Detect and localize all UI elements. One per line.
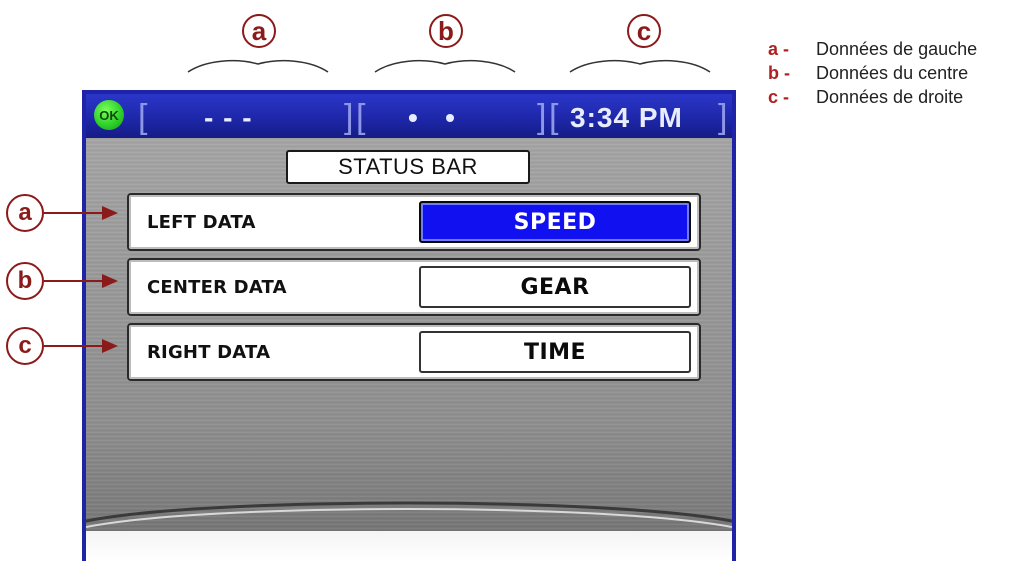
legend-item-b: b - Données du centre [768, 64, 977, 82]
screen-title: STATUS BAR [286, 150, 530, 184]
bracket-left-close: ] [344, 98, 354, 136]
ok-status-icon: OK [94, 100, 124, 130]
left-data-value-selector[interactable]: SPEED [419, 201, 691, 243]
status-right-value: 3:34 PM [570, 102, 683, 133]
callout-b-side: b [6, 262, 44, 300]
arrow-b [44, 274, 118, 288]
callout-c-side: c [6, 327, 44, 365]
right-data-value-selector[interactable]: TIME [419, 331, 691, 373]
row-label: LEFT DATA [147, 211, 256, 233]
callout-a-side: a [6, 194, 44, 232]
bracket-left-open: [ [138, 98, 148, 136]
status-bar: OK [ - - - ] [ • • ] [ 3:34 PM ] [86, 94, 732, 138]
legend-text: Données de droite [816, 87, 964, 107]
center-data-value-selector[interactable]: GEAR [419, 266, 691, 308]
brace-c [569, 59, 711, 73]
bracket-center-open: [ [356, 98, 366, 136]
row-label: RIGHT DATA [147, 341, 271, 363]
brace-a [187, 59, 329, 73]
legend-key: a - [768, 39, 790, 59]
callout-a-top: a [242, 14, 276, 48]
bracket-right-open: [ [549, 98, 559, 136]
arrow-c [44, 339, 118, 353]
legend-item-c: c - Données de droite [768, 88, 977, 106]
legend-text: Données de gauche [816, 39, 978, 59]
status-left-value: - - - [204, 102, 253, 133]
setting-row-center-data[interactable]: CENTER DATA GEAR [127, 258, 701, 316]
setting-row-right-data[interactable]: RIGHT DATA TIME [127, 323, 701, 381]
legend: a - Données de gauche b - Données du cen… [768, 40, 977, 112]
bracket-center-close: ] [537, 98, 547, 136]
bracket-right-close: ] [718, 98, 728, 136]
legend-key: b - [768, 63, 790, 83]
status-center-value: • • [408, 102, 456, 133]
callout-b-top: b [429, 14, 463, 48]
brace-b [374, 59, 516, 73]
setting-row-left-data[interactable]: LEFT DATA SPEED [127, 193, 701, 251]
legend-key: c - [768, 87, 790, 107]
arrow-a [44, 206, 118, 220]
legend-item-a: a - Données de gauche [768, 40, 977, 58]
legend-text: Données du centre [816, 63, 969, 83]
screen-bottom-curve [86, 501, 732, 528]
device-screen: OK [ - - - ] [ • • ] [ 3:34 PM ] STATUS … [82, 90, 736, 561]
screen-lower-band [86, 531, 732, 561]
callout-c-top: c [627, 14, 661, 48]
row-label: CENTER DATA [147, 276, 287, 298]
